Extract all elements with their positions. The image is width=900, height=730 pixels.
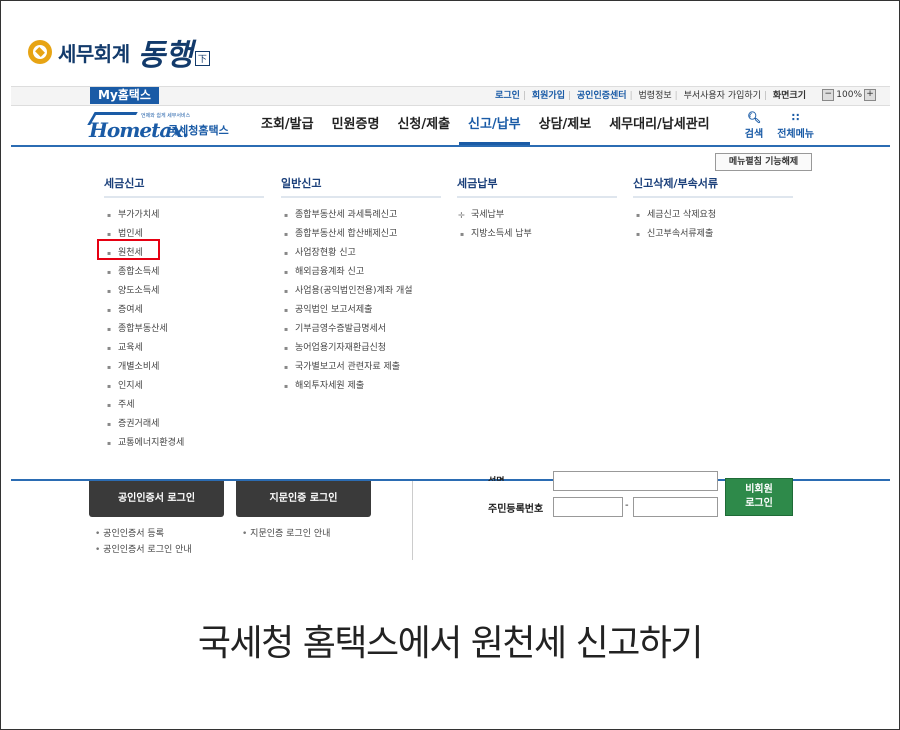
menu-link-general-6[interactable]: 기부금영수증발급명세서 bbox=[281, 320, 441, 339]
cert-login-guide-link[interactable]: 공인인증서 로그인 안내 bbox=[95, 542, 192, 558]
law-info-link[interactable]: 법령정보 bbox=[639, 91, 672, 101]
nav-icons: 🔍︎ 검색 ∷ 전체메뉴 bbox=[745, 111, 814, 140]
column-title: 세금납부 bbox=[457, 175, 617, 198]
menu-link-education-tax[interactable]: 교육세 bbox=[104, 339, 264, 358]
rrn-back-input[interactable] bbox=[633, 497, 718, 517]
zoom-control: − 100% + bbox=[822, 89, 876, 101]
top-utility-bar: My홈택스 로그인 | 회원가입 | 공인인증센터 | 법령정보 | 부서사용자 가입하… bbox=[11, 86, 890, 106]
menu-link-stamp-tax[interactable]: 인지세 bbox=[104, 377, 264, 396]
all-menu-label: 전체메뉴 bbox=[777, 129, 814, 140]
my-hometax-tab[interactable]: My홈택스 bbox=[90, 87, 159, 104]
signup-link[interactable]: 회원가입 bbox=[532, 91, 565, 101]
grid-icon: ∷ bbox=[791, 111, 800, 124]
menu-link-property-tax[interactable]: 종합부동산세 bbox=[104, 320, 264, 339]
cert-links: 공인인증서 등록 공인인증서 로그인 안내 bbox=[95, 526, 192, 558]
menu-link-transfer-tax[interactable]: 양도소득세 bbox=[104, 282, 264, 301]
menu-link-liquor-tax[interactable]: 주세 bbox=[104, 396, 264, 415]
rrn-front-input[interactable] bbox=[553, 497, 623, 517]
menu-link-general-7[interactable]: 농어업용기자재환급신청 bbox=[281, 339, 441, 358]
logo-tagline: 언제와 쉽게 세무서비스 bbox=[141, 113, 191, 119]
menu-link-income-tax[interactable]: 종합소득세 bbox=[104, 263, 264, 282]
main-menu: 조회/발급 민원증명 신청/제출 신고/납부 상담/제보 세무대리/납세관리 bbox=[252, 105, 719, 145]
menu-link-local-income-tax-payment[interactable]: 지방소득세 납부 bbox=[457, 225, 617, 244]
column-general-filing: 일반신고 종합부동산세 과세특례신고 종합부동산세 합산배제신고 사업장현황 신… bbox=[281, 175, 441, 396]
menu-link-general-9[interactable]: 해외투자세원 제출 bbox=[281, 377, 441, 396]
brand-mark: 下 bbox=[194, 51, 210, 66]
main-nav: Hometax. 언제와 쉽게 세무서비스 국세청홈택스 조회/발급 민원증명 … bbox=[11, 105, 890, 147]
name-input[interactable] bbox=[553, 471, 718, 491]
menu-link-general-5[interactable]: 공익법인 보고서제출 bbox=[281, 301, 441, 320]
name-label: 성명 bbox=[488, 474, 505, 481]
menu-link-energy-tax[interactable]: 교통에너지환경세 bbox=[104, 434, 264, 453]
highlight-box bbox=[97, 239, 160, 260]
caption-title: 국세청 홈택스에서 원천세 신고하기 bbox=[197, 623, 704, 664]
zoom-in-button[interactable]: + bbox=[864, 89, 876, 101]
screen-size-label: 화면크기 bbox=[772, 91, 806, 101]
all-menu-button[interactable]: ∷ 전체메뉴 bbox=[777, 111, 814, 140]
logo-korean: 국세청홈택스 bbox=[168, 124, 229, 137]
search-label: 검색 bbox=[744, 129, 764, 140]
menu-link-general-8[interactable]: 국가별보고서 관련자료 제출 bbox=[281, 358, 441, 377]
menu-apply[interactable]: 신청/제출 bbox=[388, 105, 459, 145]
menu-link-securities-tax[interactable]: 증권거래세 bbox=[104, 415, 264, 434]
dept-user-link[interactable]: 부서사용자 가입하기 bbox=[684, 91, 761, 101]
brand-header: 세무회계 동행 下 bbox=[28, 30, 210, 74]
brand-name: 세무회계 bbox=[58, 41, 130, 66]
brand-logo-icon bbox=[28, 40, 52, 64]
rrn-dash: - bbox=[625, 500, 629, 511]
login-column-divider bbox=[412, 481, 413, 560]
menu-filing-payment[interactable]: 신고/납부 bbox=[459, 105, 530, 145]
guest-login-button[interactable]: 비회원 로그인 bbox=[725, 478, 793, 516]
column-title: 세금신고 bbox=[104, 175, 264, 198]
column-tax-filing: 세금신고 부가가치세 법인세 원천세 종합소득세 양도소득세 증여세 종합부동산… bbox=[104, 175, 264, 453]
cert-login-button[interactable]: 공인인증서 로그인 bbox=[89, 481, 224, 517]
menu-link-delete-request[interactable]: 세금신고 삭제요청 bbox=[633, 206, 793, 225]
rrn-label: 주민등록번호 bbox=[488, 504, 544, 515]
menu-link-national-tax-payment[interactable]: 국세납부 bbox=[457, 206, 617, 225]
menu-link-general-2[interactable]: 사업장현황 신고 bbox=[281, 244, 441, 263]
menu-link-excise-tax[interactable]: 개별소비세 bbox=[104, 358, 264, 377]
login-link[interactable]: 로그인 bbox=[495, 91, 520, 101]
column-delete-docs: 신고삭제/부속서류 세금신고 삭제요청 신고부속서류제출 bbox=[633, 175, 793, 244]
column-tax-payment: 세금납부 국세납부 지방소득세 납부 bbox=[457, 175, 617, 244]
finger-links: 지문인증 로그인 안내 bbox=[242, 526, 330, 542]
menu-link-general-4[interactable]: 사업용(공익법인전용)계좌 개설 bbox=[281, 282, 441, 301]
search-button[interactable]: 🔍︎ 검색 bbox=[745, 111, 763, 140]
zoom-out-button[interactable]: − bbox=[822, 89, 835, 101]
search-icon: 🔍︎ bbox=[747, 111, 761, 124]
cert-register-link[interactable]: 공인인증서 등록 bbox=[95, 526, 192, 542]
menu-inquiry[interactable]: 조회/발급 bbox=[252, 105, 323, 145]
cert-center-link[interactable]: 공인인증센터 bbox=[577, 91, 627, 101]
menu-link-gift-tax[interactable]: 증여세 bbox=[104, 301, 264, 320]
brand-script: 동행 bbox=[137, 38, 193, 73]
menu-link-general-3[interactable]: 해외금융계좌 신고 bbox=[281, 263, 441, 282]
menu-civil-cert[interactable]: 민원증명 bbox=[323, 105, 389, 145]
menu-link-vat[interactable]: 부가가치세 bbox=[104, 206, 264, 225]
column-title: 일반신고 bbox=[281, 175, 441, 198]
finger-login-guide-link[interactable]: 지문인증 로그인 안내 bbox=[242, 526, 330, 542]
menu-link-general-1[interactable]: 종합부동산세 합산배제신고 bbox=[281, 225, 441, 244]
menu-agent[interactable]: 세무대리/납세관리 bbox=[600, 105, 718, 145]
hometax-logo[interactable]: Hometax. 언제와 쉽게 세무서비스 국세청홈택스 bbox=[87, 110, 239, 142]
top-links: 로그인 | 회원가입 | 공인인증센터 | 법령정보 | 부서사용자 가입하기 | 화면크… bbox=[495, 91, 806, 101]
menu-link-general-0[interactable]: 종합부동산세 과세특례신고 bbox=[281, 206, 441, 225]
menu-expand-toggle-button[interactable]: 메뉴펼침 기능해제 bbox=[715, 153, 812, 171]
menu-link-attach-docs[interactable]: 신고부속서류제출 bbox=[633, 225, 793, 244]
fingerprint-login-button[interactable]: 지문인증 로그인 bbox=[236, 481, 371, 517]
menu-consult[interactable]: 상담/제보 bbox=[530, 105, 601, 145]
zoom-value: 100% bbox=[836, 90, 862, 100]
column-title: 신고삭제/부속서류 bbox=[633, 175, 793, 198]
